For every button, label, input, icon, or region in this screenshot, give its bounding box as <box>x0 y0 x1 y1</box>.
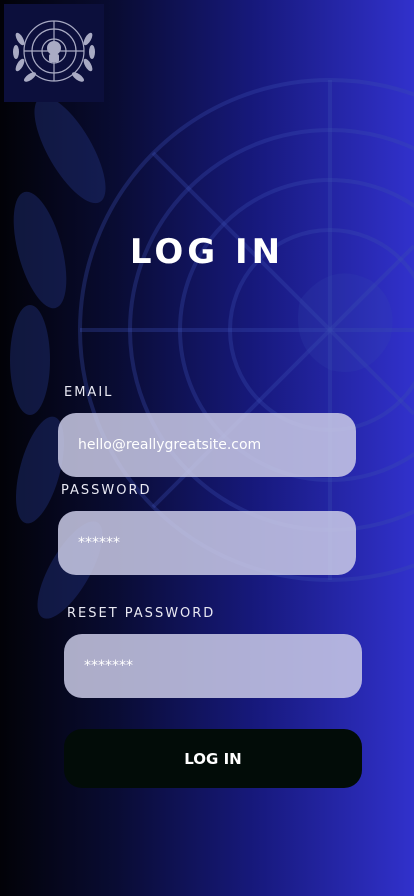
password-label: PASSWORD <box>61 483 152 498</box>
password-field[interactable] <box>76 534 338 552</box>
emblem-logo-icon <box>13 20 95 82</box>
reset-password-field-box <box>64 634 362 698</box>
page-title: LOG IN <box>129 232 285 272</box>
login-button[interactable]: LOG IN <box>64 729 362 788</box>
email-field[interactable] <box>76 436 338 454</box>
reset-password-label: RESET PASSWORD <box>67 606 216 621</box>
password-field-box <box>58 511 356 575</box>
email-field-box <box>58 413 356 477</box>
email-label: EMAIL <box>64 385 114 400</box>
logo-badge <box>4 4 104 102</box>
reset-password-field[interactable] <box>82 657 344 675</box>
